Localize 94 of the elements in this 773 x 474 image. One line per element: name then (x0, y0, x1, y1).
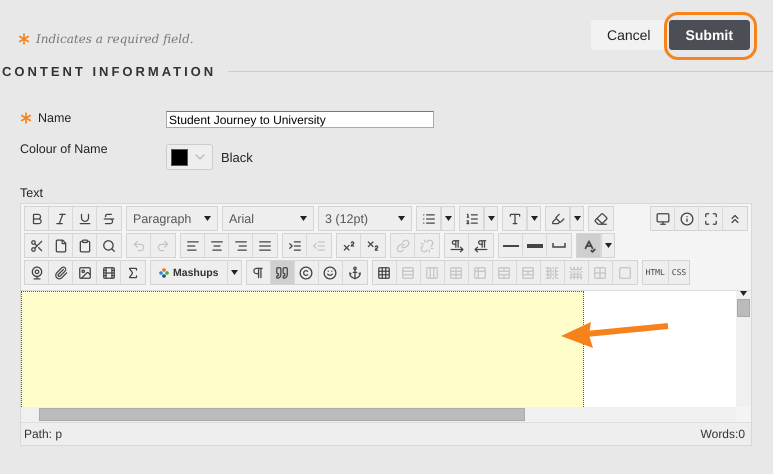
mashups-menu-button[interactable]: Mashups (151, 261, 228, 284)
unlink-icon (420, 238, 434, 252)
quote-button[interactable] (270, 261, 295, 284)
field-label: Name (38, 111, 72, 125)
eraser-icon (594, 212, 608, 226)
cancel-button[interactable]: Cancel (590, 20, 667, 50)
copyright-icon (299, 266, 314, 280)
toolbar-dropdown[interactable]: Paragraph (127, 207, 217, 230)
dropdown-button[interactable] (570, 207, 583, 230)
smiley-icon (323, 266, 338, 280)
caret-icon (604, 243, 612, 248)
grid-icon (593, 266, 608, 280)
required-asterisk-icon (20, 112, 32, 124)
scrollbar-thumb[interactable] (737, 299, 750, 317)
spellcheck-button[interactable] (577, 234, 601, 257)
dropdown-button[interactable] (601, 234, 614, 257)
paperclip-icon (54, 266, 68, 280)
color-value: Black (221, 150, 253, 165)
horizontal-scrollbar[interactable] (21, 407, 736, 422)
caret-icon (488, 216, 494, 221)
dropdown-button[interactable] (484, 207, 497, 230)
align-right-icon (234, 238, 248, 252)
table-rows-icon (401, 266, 416, 280)
search-icon (102, 238, 116, 252)
vertical-scrollbar[interactable] (736, 291, 751, 407)
name-input[interactable]: Student Journey to University (166, 111, 434, 128)
align-left-icon (186, 238, 200, 252)
dropdown-button[interactable] (441, 207, 454, 230)
undo-icon (132, 238, 146, 252)
source-button[interactable]: HTML (642, 261, 669, 284)
split-rows-icon (569, 266, 584, 280)
pilcrow-icon (251, 266, 266, 280)
info-icon (680, 212, 694, 226)
scrollbar-thumb[interactable] (39, 408, 525, 421)
dropdown-button[interactable] (527, 207, 540, 230)
source-button[interactable]: CSS (668, 261, 690, 284)
align-center-icon (210, 238, 224, 252)
table-icon (377, 266, 392, 280)
toolbar-dropdown[interactable]: Arial (223, 207, 313, 230)
formula-icon (126, 266, 140, 280)
caret-icon (300, 216, 307, 221)
required-note: Indicates a required field. (36, 32, 194, 46)
merge-cells-icon (497, 266, 512, 280)
word-count: Words:0 (700, 427, 745, 441)
numbered-list-icon (464, 212, 478, 226)
required-asterisk-icon (18, 33, 30, 45)
outdent-icon (312, 238, 326, 252)
section-title: CONTENT INFORMATION (2, 64, 216, 79)
bullet-list-icon (422, 212, 436, 226)
caret-icon (398, 216, 405, 221)
text-color-icon (508, 212, 522, 226)
fullscreen-icon (704, 212, 718, 226)
field-label: Text (19, 185, 44, 200)
underline-icon (78, 212, 92, 226)
indent-icon (288, 238, 302, 252)
cut-icon (30, 238, 44, 252)
caret-icon (530, 216, 538, 221)
redo-icon (156, 238, 170, 252)
field-label: Colour of Name (20, 142, 108, 156)
split-columns-icon (545, 266, 560, 280)
caret-icon (204, 216, 211, 221)
webcam-icon (30, 266, 44, 280)
highlighter-icon (550, 212, 564, 226)
film-icon (102, 266, 116, 280)
space-icon (552, 243, 566, 248)
strikethrough-icon (102, 212, 116, 226)
submit-button[interactable]: Submit (668, 20, 750, 50)
spellcheck-icon (582, 238, 596, 252)
preview-icon (656, 212, 670, 226)
table-columns-icon (425, 266, 440, 280)
split-cells-icon (521, 266, 536, 280)
subscript-icon (366, 238, 380, 252)
path-text: Path: p (24, 427, 62, 441)
caret-icon (444, 216, 452, 221)
dots-icon (159, 268, 169, 278)
table-icon (449, 266, 464, 280)
italic-icon (54, 212, 68, 226)
right-to-left-icon (474, 238, 488, 252)
image-icon (78, 266, 92, 280)
horizontal-line-icon (502, 244, 518, 246)
clipboard-icon (78, 238, 92, 252)
link-icon (396, 238, 410, 252)
caret-icon (574, 216, 580, 221)
square-icon (618, 266, 632, 280)
quote-icon (275, 266, 290, 280)
color-picker[interactable] (166, 144, 213, 170)
left-to-right-icon (450, 238, 464, 252)
caret-icon (230, 270, 238, 275)
anchor-icon (348, 266, 362, 280)
document-icon (54, 238, 68, 252)
toolbar-dropdown[interactable]: 3 (12pt) (319, 207, 411, 230)
align-justify-icon (258, 238, 272, 252)
superscript-icon (342, 238, 356, 252)
table-icon (473, 266, 488, 280)
